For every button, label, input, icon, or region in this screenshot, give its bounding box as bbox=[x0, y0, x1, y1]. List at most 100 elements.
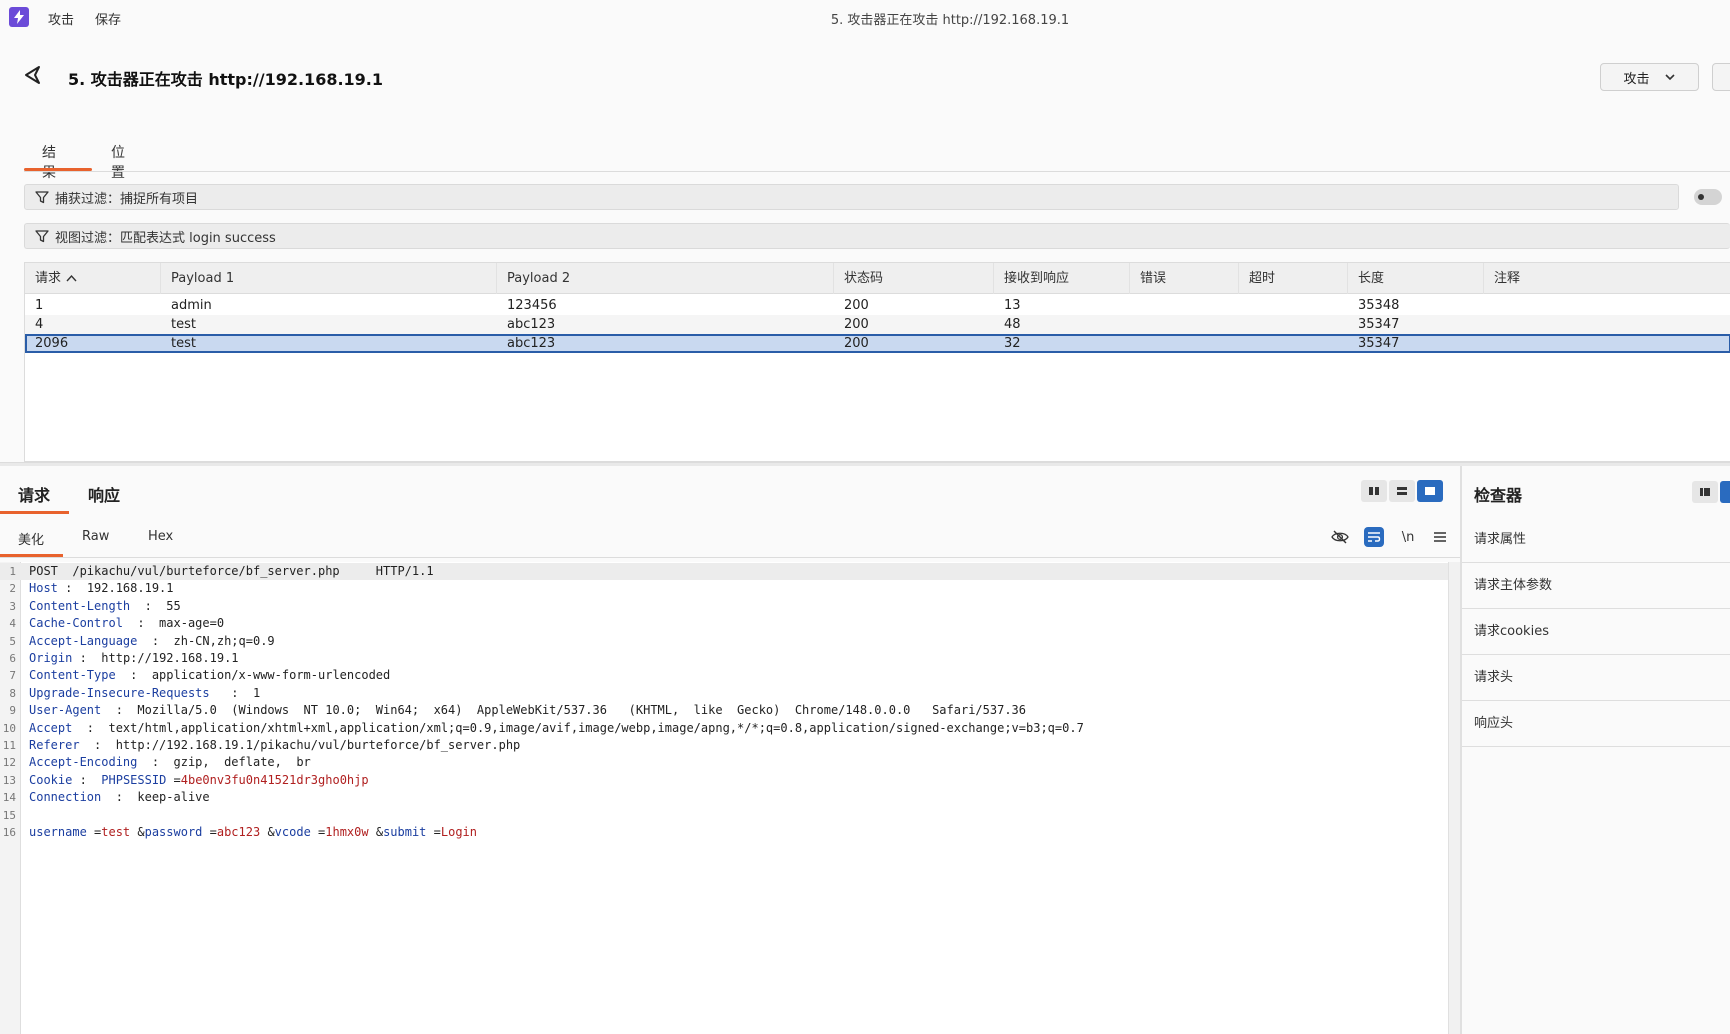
view-tabs-divider bbox=[0, 557, 1460, 558]
line-number: 4 bbox=[9, 617, 16, 631]
sort-ascending-icon bbox=[66, 263, 77, 295]
line-number: 16 bbox=[2, 826, 16, 839]
eye-slash-icon bbox=[1331, 530, 1349, 544]
inspector-request-attributes[interactable]: 请求属性 bbox=[1462, 517, 1730, 563]
cell-status: 200 bbox=[844, 317, 869, 332]
inspector-request-headers[interactable]: 请求头 bbox=[1462, 655, 1730, 701]
back-arrow-icon bbox=[25, 66, 40, 84]
wrap-lines-button[interactable] bbox=[1364, 527, 1384, 547]
param-equals: = bbox=[202, 825, 217, 839]
wrap-icon bbox=[1368, 532, 1381, 542]
layout-side-by-side-button[interactable] bbox=[1361, 480, 1387, 502]
header-value: zh-CN,zh;q=0.9 bbox=[173, 633, 275, 648]
param-name: submit bbox=[383, 825, 427, 839]
column-header-request[interactable]: 请求 bbox=[25, 263, 161, 294]
header-name: Accept bbox=[29, 720, 73, 735]
code-line[interactable]: 4 Cache-Control : max-age=0 bbox=[0, 615, 1448, 632]
extra-button[interactable] bbox=[1712, 63, 1730, 91]
table-row[interactable]: 1 admin 123456 200 13 35348 bbox=[25, 296, 1730, 315]
inspector-request-cookies[interactable]: 请求cookies bbox=[1462, 609, 1730, 655]
code-line[interactable]: 1 POST /pikachu/vul/burteforce/bf_server.… bbox=[0, 563, 1448, 581]
code-line[interactable]: 15 bbox=[0, 807, 1448, 824]
tab-positions[interactable]: 位置 bbox=[111, 142, 125, 182]
column-header-payload2[interactable]: Payload 2 bbox=[497, 263, 834, 294]
inspector-expand-button[interactable] bbox=[1720, 481, 1730, 503]
param-equals: = bbox=[426, 825, 441, 839]
tab-results[interactable]: 结果 bbox=[42, 142, 56, 182]
code-line[interactable]: 3 Content-Length : 55 bbox=[0, 598, 1448, 615]
capture-filter-toggle[interactable] bbox=[1694, 189, 1722, 205]
code-line[interactable]: 6 Origin : http://192.168.19.1 bbox=[0, 650, 1448, 667]
column-header-length[interactable]: 长度 bbox=[1348, 263, 1484, 294]
column-header-payload1[interactable]: Payload 1 bbox=[161, 263, 497, 294]
back-button[interactable] bbox=[22, 64, 44, 86]
line-number: 15 bbox=[2, 808, 16, 822]
tab-response[interactable]: 响应 bbox=[88, 482, 120, 506]
param-value: 1hmx0w bbox=[325, 825, 369, 839]
code-text: User-Agent : Mozilla/5.0 (Windows NT 10.… bbox=[29, 702, 1026, 719]
header-separator: : bbox=[72, 772, 102, 787]
header-value: max-age=0 bbox=[159, 616, 225, 631]
editor-menu-button[interactable] bbox=[1430, 527, 1450, 547]
inspector-title: 检查器 bbox=[1474, 486, 1523, 505]
column-header-timeout[interactable]: 超时 bbox=[1239, 263, 1348, 294]
code-line[interactable]: 12 Accept-Encoding : gzip, deflate, br bbox=[0, 754, 1448, 771]
inspector-request-body-params[interactable]: 请求主体参数 bbox=[1462, 563, 1730, 609]
column-header-comment[interactable]: 注释 bbox=[1484, 263, 1730, 294]
code-line[interactable]: 2 Host : 192.168.19.1 bbox=[0, 580, 1448, 597]
code-line[interactable]: 16 username =test &password =abc123 &vcod… bbox=[0, 824, 1448, 841]
code-text: Connection : keep-alive bbox=[29, 789, 210, 806]
hide-nonprintable-button[interactable] bbox=[1330, 527, 1350, 547]
inspector-collapse-button[interactable] bbox=[1692, 481, 1718, 503]
show-newlines-button[interactable]: \n bbox=[1398, 527, 1418, 547]
request-line-text: POST /pikachu/vul/burteforce/bf_server.p… bbox=[29, 564, 434, 578]
line-number: 1 bbox=[9, 565, 16, 578]
attack-dropdown-button[interactable]: 攻击 bbox=[1600, 63, 1699, 91]
inspector-response-headers[interactable]: 响应头 bbox=[1462, 701, 1730, 747]
layout-toggle bbox=[1361, 480, 1443, 502]
header-value: keep-alive bbox=[137, 790, 210, 805]
code-line[interactable]: 10 Accept : text/html,application/xhtml+x… bbox=[0, 720, 1448, 737]
layout-stacked-button[interactable] bbox=[1389, 480, 1415, 502]
column-header-status[interactable]: 状态码 bbox=[834, 263, 994, 294]
tab-request[interactable]: 请求 bbox=[18, 482, 50, 506]
tab-pretty[interactable]: 美化 bbox=[18, 529, 44, 548]
filter-icon bbox=[35, 230, 49, 243]
layout-tabs-button[interactable] bbox=[1417, 480, 1443, 502]
results-table: 请求 Payload 1 Payload 2 状态码 接收到响应 错误 超时 长… bbox=[24, 262, 1730, 462]
column-header-error[interactable]: 错误 bbox=[1130, 263, 1239, 294]
code-line[interactable]: 11 Referer : http://192.168.19.1/pikachu/… bbox=[0, 737, 1448, 754]
line-number: 12 bbox=[2, 756, 16, 770]
header-value: http://192.168.19.1 bbox=[101, 651, 239, 665]
line-number: 9 bbox=[9, 704, 16, 718]
code-text: Upgrade-Insecure-Requests : 1 bbox=[29, 685, 260, 702]
code-line[interactable]: 14 Connection : keep-alive bbox=[0, 789, 1448, 806]
cell-length: 35347 bbox=[1358, 336, 1400, 351]
tab-hex[interactable]: Hex bbox=[148, 529, 173, 544]
table-row-selected[interactable]: 2096 test abc123 200 32 35347 bbox=[25, 334, 1730, 353]
column-header-received[interactable]: 接收到响应 bbox=[994, 263, 1130, 294]
capture-filter-bar[interactable]: 捕获过滤：捕捉所有项目 bbox=[24, 184, 1679, 210]
cell-status: 200 bbox=[844, 336, 869, 351]
code-line[interactable]: 7 Content-Type : application/x-www-form-u… bbox=[0, 667, 1448, 684]
tab-raw[interactable]: Raw bbox=[82, 529, 109, 544]
view-filter-bar[interactable]: 视图过滤：匹配表达式 login success bbox=[24, 223, 1730, 249]
cell-request: 4 bbox=[35, 317, 44, 332]
cell-payload1: admin bbox=[171, 298, 212, 313]
code-line[interactable]: 8 Upgrade-Insecure-Requests : 1 bbox=[0, 685, 1448, 702]
code-line[interactable]: 5 Accept-Language : zh-CN,zh;q=0.9 bbox=[0, 633, 1448, 650]
capture-filter-text: 捕获过滤：捕捉所有项目 bbox=[55, 191, 199, 207]
chevron-down-icon bbox=[1664, 74, 1675, 81]
param-equals: = bbox=[86, 825, 102, 839]
line-number: 6 bbox=[9, 652, 16, 665]
table-row[interactable]: 4 test abc123 200 48 35347 bbox=[25, 315, 1730, 334]
inspector-layout-toggle bbox=[1692, 481, 1730, 503]
param-equals: = bbox=[310, 825, 326, 839]
line-number: 10 bbox=[2, 721, 16, 735]
code-line[interactable]: 13 Cookie : PHPSESSID =4be0nv3fu0n41521dr… bbox=[0, 772, 1448, 789]
editor-vertical-scrollbar[interactable] bbox=[1448, 562, 1460, 1034]
cell-received: 13 bbox=[1004, 298, 1021, 313]
code-line[interactable]: 9 User-Agent : Mozilla/5.0 (Windows NT 10… bbox=[0, 702, 1448, 719]
request-editor[interactable]: 1 POST /pikachu/vul/burteforce/bf_server.… bbox=[0, 562, 1448, 1034]
cookie-equals: = bbox=[166, 772, 181, 787]
